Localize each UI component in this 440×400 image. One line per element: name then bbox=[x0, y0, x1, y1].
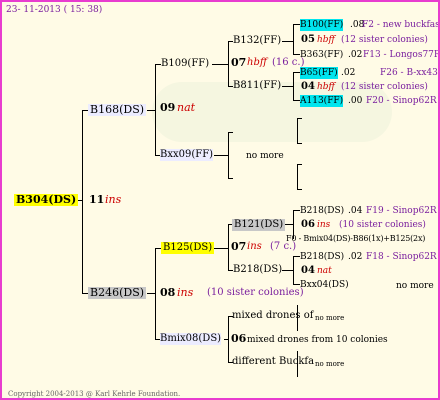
pedigree-frame: 23- 11-2013 ( 15: 38) B304(DS) 11 ins B1… bbox=[0, 0, 440, 400]
gen4-b218a-year: .04 bbox=[348, 206, 363, 216]
gen4-b100-id[interactable]: B100(FF) bbox=[300, 19, 344, 31]
gen2-b109-id[interactable]: B109(FF) bbox=[161, 58, 209, 70]
gen3-b811-breed: hbff bbox=[317, 82, 335, 92]
gen4-b100-text: F2 - new buckfast bbox=[362, 20, 440, 30]
gen3-b218-breed: nat bbox=[317, 266, 332, 276]
gen4-b65-text: F26 - B-xx43 bbox=[380, 68, 438, 78]
gen4-b65-year: .02 bbox=[341, 68, 356, 78]
gen3-b121-number: 06 bbox=[301, 219, 315, 230]
gen4-bxx04-id[interactable]: Bxx04(DS) bbox=[300, 279, 349, 291]
gen1-top-number: 09 bbox=[160, 101, 176, 114]
gen1-bottom-number: 08 bbox=[160, 286, 176, 299]
gen2-b125-breed: ins bbox=[247, 241, 262, 252]
gen3-b132-breed: hbff bbox=[317, 35, 335, 45]
gen4-a113-year: .00 bbox=[348, 96, 363, 106]
gen4-b218a-text: F19 - Sinop62R bbox=[366, 206, 437, 216]
gen3-b811-id[interactable]: B811(FF) bbox=[233, 80, 281, 92]
gen3-mixed-note: no more bbox=[315, 314, 345, 322]
gen4-b218b-text: F18 - Sinop62R bbox=[366, 252, 437, 262]
gen4-bxx04-note: no more bbox=[396, 281, 434, 291]
gen3-b121-id[interactable]: B121(DS) bbox=[232, 219, 286, 231]
gen2-bxx09-id[interactable]: Bxx09(FF) bbox=[160, 149, 214, 161]
gen4-b65-id[interactable]: B65(FF) bbox=[300, 67, 338, 79]
gen1-top-breed: nat bbox=[177, 101, 196, 114]
gen1-bottom-breed: ins bbox=[177, 286, 194, 299]
gen3-b218-number: 04 bbox=[301, 265, 315, 276]
gen4-b218b-id[interactable]: B218(DS) bbox=[300, 251, 344, 263]
gen1-bottom-id[interactable]: B246(DS) bbox=[88, 287, 147, 299]
root-number: 11 bbox=[89, 193, 105, 206]
gen2-b125-id[interactable]: B125(DS) bbox=[161, 242, 215, 254]
gen4-b218a-id[interactable]: B218(DS) bbox=[300, 205, 344, 217]
gen2-bmix08-number: 06 bbox=[231, 332, 247, 345]
gen3-b811-number: 04 bbox=[301, 81, 315, 92]
gen3-different-label: different Buckfa bbox=[232, 356, 315, 367]
gen3-b811-siblings: (12 sister colonies) bbox=[341, 82, 428, 92]
gen3-b132-siblings: (12 sister colonies) bbox=[341, 35, 428, 45]
gen4-b363-year: .02 bbox=[348, 50, 363, 60]
gen2-b109-number: 07 bbox=[231, 56, 247, 69]
gen3-f0-label: F0 - Bmix04(DS)-B86(1x)+B125(2x) bbox=[286, 234, 426, 243]
root-breed: ins bbox=[105, 193, 122, 206]
gen2-bmix08-id[interactable]: Bmix08(DS) bbox=[160, 333, 222, 345]
gen4-b363-text: F13 - Longos77R bbox=[363, 50, 440, 60]
root-colony-id[interactable]: B304(DS) bbox=[14, 194, 79, 206]
gen3-b132-id[interactable]: B132(FF) bbox=[233, 35, 281, 47]
gen3-b132-number: 05 bbox=[301, 34, 315, 45]
gen2-bxx09-note: no more bbox=[246, 151, 284, 161]
gen4-b218b-year: .02 bbox=[348, 252, 363, 262]
gen3-b121-siblings: (10 sister colonies) bbox=[339, 220, 426, 230]
timestamp: 23- 11-2013 ( 15: 38) bbox=[6, 5, 103, 15]
gen4-a113-text: F20 - Sinop62R bbox=[366, 96, 437, 106]
gen1-bottom-siblings: (10 sister colonies) bbox=[207, 287, 304, 298]
gen2-b125-number: 07 bbox=[231, 240, 247, 253]
gen3-b121-breed: ins bbox=[317, 220, 331, 230]
gen3-b218-id[interactable]: B218(DS) bbox=[233, 264, 282, 276]
gen2-bmix08-note: mixed drones from 10 colonies bbox=[247, 335, 388, 345]
gen3-mixed-label: mixed drones of bbox=[232, 310, 314, 321]
gen4-a113-id[interactable]: A113(FF) bbox=[300, 95, 344, 107]
footer-copyright: Copyright 2004-2013 @ Karl Kehrle Founda… bbox=[8, 390, 181, 398]
gen4-b363-id[interactable]: B363(FF) bbox=[300, 49, 343, 61]
gen2-b109-breed: hbff bbox=[247, 57, 267, 68]
gen3-different-note: no more bbox=[315, 360, 345, 368]
gen1-top-id[interactable]: B168(DS) bbox=[88, 104, 147, 116]
